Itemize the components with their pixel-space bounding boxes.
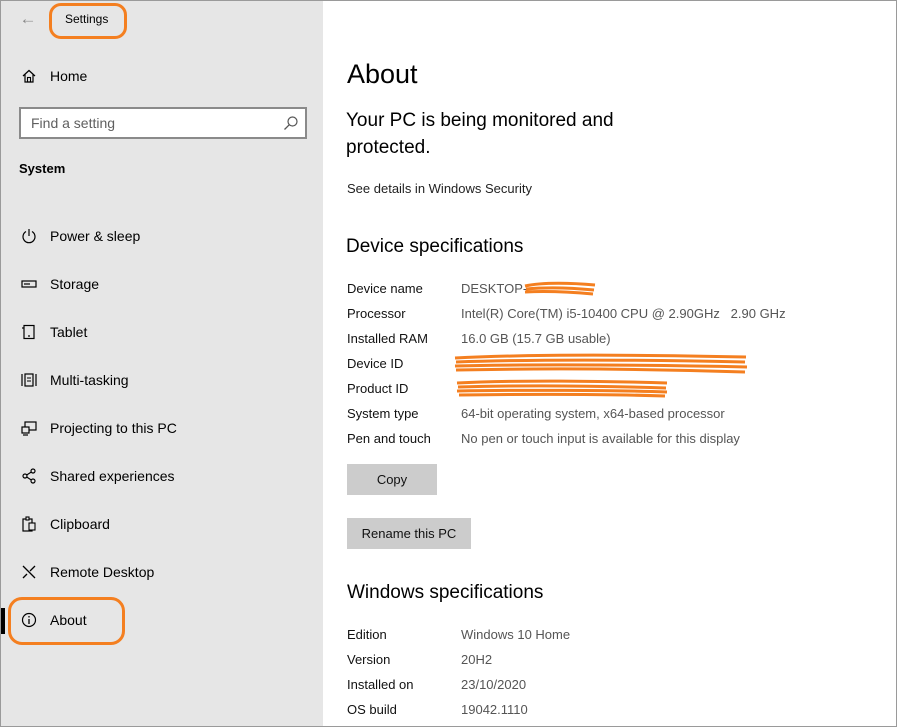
spec-row-system-type: System type 64-bit operating system, x64… xyxy=(347,406,725,426)
search-box[interactable] xyxy=(19,107,307,139)
spec-value: 19042.1110 xyxy=(461,702,528,717)
spec-key: Installed on xyxy=(347,677,414,692)
main-content: About Your PC is being monitored and pro… xyxy=(323,1,896,726)
copy-button[interactable]: Copy xyxy=(347,464,437,495)
spec-row-device-name: Device name DESKTOP- xyxy=(347,281,527,301)
spec-value: 16.0 GB (15.7 GB usable) xyxy=(461,331,611,346)
protection-status: Your PC is being monitored and protected… xyxy=(346,110,614,158)
spec-value: Windows 10 Home xyxy=(461,627,571,642)
redaction-scribble xyxy=(456,379,668,398)
spec-key: Device ID xyxy=(347,356,404,371)
info-icon xyxy=(19,610,39,630)
shared-experiences-icon xyxy=(19,466,39,486)
nav-item-label: Multi-tasking xyxy=(50,372,129,388)
search-input[interactable] xyxy=(21,109,276,137)
windows-specs-heading: Windows specifications xyxy=(347,582,544,603)
spec-row-device-id: Device ID xyxy=(347,356,461,376)
section-title-system: System xyxy=(19,161,66,176)
nav-item-label: About xyxy=(50,612,87,628)
active-indicator xyxy=(1,608,5,634)
nav-item-label: Storage xyxy=(50,276,100,292)
nav-item-projecting[interactable]: Projecting to this PC xyxy=(1,408,323,448)
nav-item-label: Clipboard xyxy=(50,516,110,532)
nav-item-shared-experiences[interactable]: Shared experiences xyxy=(1,456,323,496)
spec-row-edition: Edition Windows 10 Home xyxy=(347,627,570,647)
device-specs-heading: Device specifications xyxy=(346,236,524,257)
sidebar: ← Settings Home System Power & sleep xyxy=(1,1,323,726)
nav-item-label: Projecting to this PC xyxy=(50,420,177,436)
spec-value: DESKTOP- xyxy=(461,281,528,296)
search-icon[interactable] xyxy=(283,115,299,131)
spec-row-pen-touch: Pen and touch No pen or touch input is a… xyxy=(347,431,740,451)
nav-item-tablet[interactable]: Tablet xyxy=(1,312,323,352)
nav-item-label: Tablet xyxy=(50,324,88,340)
redaction-scribble xyxy=(454,353,748,374)
spec-row-product-id: Product ID xyxy=(347,381,461,401)
spec-key: Processor xyxy=(347,306,406,321)
home-icon xyxy=(19,66,39,86)
nav-item-label: Power & sleep xyxy=(50,228,141,244)
remote-desktop-icon xyxy=(19,562,39,582)
spec-row-installed-on: Installed on 23/10/2020 xyxy=(347,677,526,697)
spec-key: OS build xyxy=(347,702,397,717)
nav-item-multitasking[interactable]: Multi-tasking xyxy=(1,360,323,400)
spec-row-installed-ram: Installed RAM 16.0 GB (15.7 GB usable) xyxy=(347,331,611,351)
spec-key: Version xyxy=(347,652,391,667)
spec-value: 23/10/2020 xyxy=(461,677,527,692)
nav-item-label: Shared experiences xyxy=(50,468,175,484)
multitasking-icon xyxy=(19,370,39,390)
power-icon xyxy=(19,226,39,246)
nav-item-storage[interactable]: Storage xyxy=(1,264,323,304)
spec-value: Intel(R) Core(TM) i5-10400 CPU @ 2.90GHz… xyxy=(461,306,786,321)
spec-key: Pen and touch xyxy=(347,431,431,446)
nav-item-remote-desktop[interactable]: Remote Desktop xyxy=(1,552,323,592)
spec-value: No pen or touch input is available for t… xyxy=(461,431,740,446)
spec-key: Product ID xyxy=(347,381,409,396)
spec-key: Edition xyxy=(347,627,387,642)
spec-value: 64-bit operating system, x64-based proce… xyxy=(461,406,725,421)
storage-icon xyxy=(19,274,39,294)
spec-key: System type xyxy=(347,406,419,421)
tablet-icon xyxy=(19,322,39,342)
nav-item-power-sleep[interactable]: Power & sleep xyxy=(1,216,323,256)
projecting-icon xyxy=(19,418,39,438)
back-arrow-icon[interactable]: ← xyxy=(17,9,39,29)
settings-window: ← Settings Home System Power & sleep xyxy=(0,0,897,727)
nav-item-label: Remote Desktop xyxy=(50,564,155,580)
window-title: Settings xyxy=(65,12,109,26)
redaction-scribble xyxy=(524,281,596,296)
home-nav-item[interactable]: Home xyxy=(19,63,87,89)
windows-security-link[interactable]: See details in Windows Security xyxy=(347,181,532,196)
spec-key: Device name xyxy=(347,281,423,296)
home-label: Home xyxy=(50,68,88,84)
spec-value: 20H2 xyxy=(461,652,493,667)
spec-row-version: Version 20H2 xyxy=(347,652,492,672)
nav-item-about[interactable]: About xyxy=(1,600,323,640)
nav-item-clipboard[interactable]: Clipboard xyxy=(1,504,323,544)
spec-row-processor: Processor Intel(R) Core(TM) i5-10400 CPU… xyxy=(347,306,786,326)
spec-key: Installed RAM xyxy=(347,331,428,346)
page-title: About xyxy=(347,59,418,89)
spec-row-os-build: OS build 19042.1110 xyxy=(347,702,528,722)
rename-pc-button[interactable]: Rename this PC xyxy=(347,518,471,549)
clipboard-icon xyxy=(19,514,39,534)
